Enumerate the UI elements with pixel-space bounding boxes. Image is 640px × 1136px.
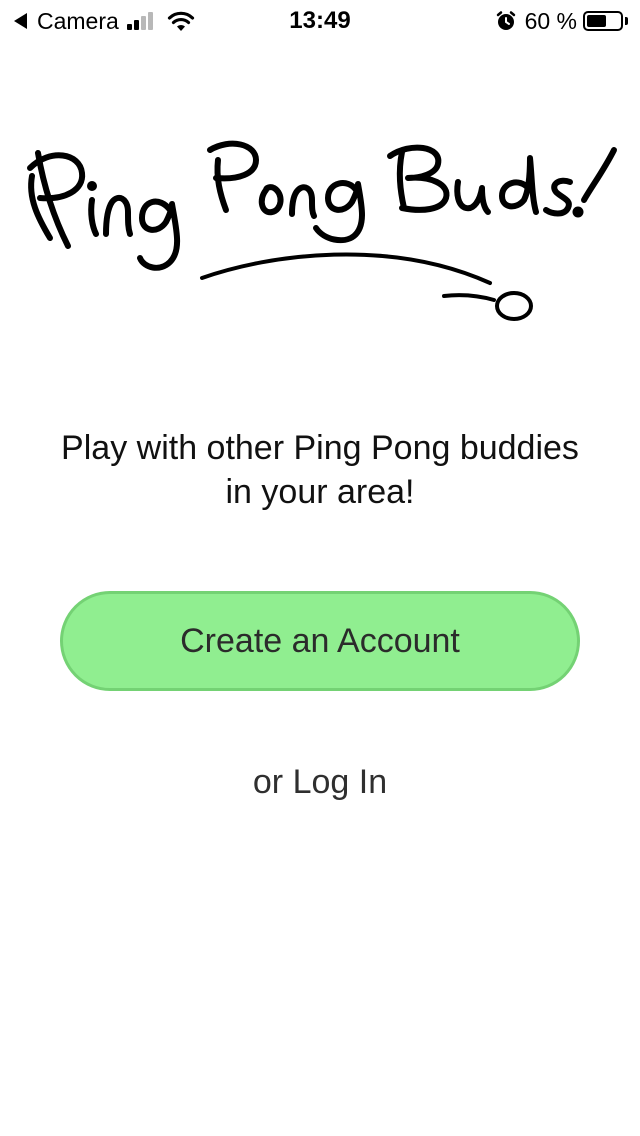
tagline-line-2: in your area!	[225, 473, 415, 511]
app-logo	[27, 140, 617, 321]
battery-percent: 60 %	[524, 7, 577, 34]
battery-cap	[625, 17, 628, 25]
create-account-button[interactable]: Create an Account	[60, 591, 580, 691]
alarm-clock-icon	[496, 11, 515, 30]
tagline: Play with other Ping Pong buddies in you…	[20, 426, 620, 514]
status-bar: Camera 13:49 60 %	[0, 0, 640, 40]
battery-fill	[587, 15, 607, 27]
login-link[interactable]: or Log In	[0, 760, 640, 804]
tagline-line-1: Play with other Ping Pong buddies	[61, 429, 579, 467]
ping-pong-ball-icon	[495, 291, 533, 321]
battery-icon	[583, 11, 623, 31]
create-account-label: Create an Account	[180, 621, 460, 660]
status-right: 60 %	[495, 6, 628, 36]
